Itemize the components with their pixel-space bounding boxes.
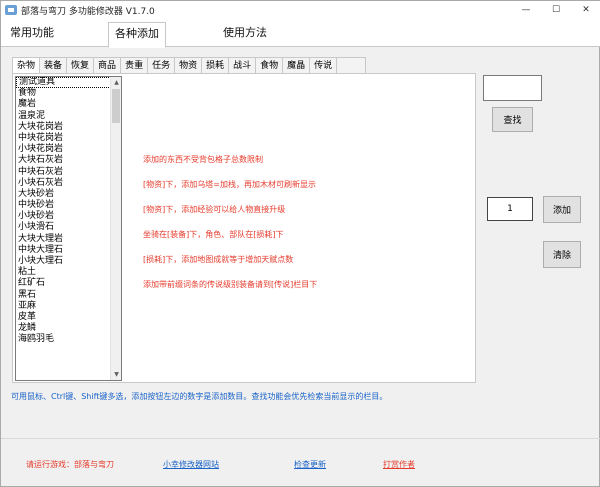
window-controls: — ☐ ✕ bbox=[511, 1, 600, 19]
modifier-site-link[interactable]: 小幸修改器网站 bbox=[163, 459, 219, 470]
donate-author-link[interactable]: 打赏作者 bbox=[383, 459, 415, 470]
list-item[interactable]: 粘土 bbox=[16, 267, 111, 278]
category-tab-filler bbox=[336, 57, 367, 74]
category-tab[interactable]: 食物 bbox=[255, 57, 284, 74]
list-item[interactable]: 大块石灰岩 bbox=[16, 155, 111, 166]
multi-select-hint: 可用鼠标、Ctrl键、Shift键多选，添加按钮左边的数字是添加数目。查找功能会… bbox=[11, 392, 388, 401]
game-run-prompt: 请运行游戏：部落与弯刀 bbox=[26, 460, 114, 469]
usage-note: 添加的东西不受背包格子总数限制 bbox=[143, 155, 263, 164]
list-item[interactable]: 测试道具 bbox=[16, 77, 111, 89]
usage-note: [物资]下，添加经验可以给人物直接升级 bbox=[143, 205, 286, 214]
category-tab-bar: 杂物 装备 恢复 商品 贵重 任务 物资 损耗 战斗 食物 魔晶 传说 bbox=[12, 57, 367, 75]
list-item[interactable]: 大块花岗岩 bbox=[16, 122, 111, 133]
check-update-link[interactable]: 检查更新 bbox=[294, 459, 326, 470]
item-listbox[interactable]: 测试道具 食物 魔岩 温泉泥 大块花岗岩 中块花岗岩 小块花岗岩 大块石灰岩 中块石灰岩 小块石灰… bbox=[15, 76, 122, 381]
list-item[interactable]: 小块花岗岩 bbox=[16, 144, 111, 155]
list-item[interactable]: 亚麻 bbox=[16, 301, 111, 312]
usage-note: 坐骑在[装备]下，角色、部队在[损耗]下 bbox=[143, 230, 284, 239]
list-item[interactable]: 温泉泥 bbox=[16, 111, 111, 122]
list-item[interactable]: 食物 bbox=[16, 88, 111, 99]
usage-note: [损耗]下，添加地图成就等于增加天赋点数 bbox=[143, 255, 294, 264]
minimize-button[interactable]: — bbox=[511, 1, 541, 19]
usage-notes: 添加的东西不受背包格子总数限制 [物资]下，添加乌塔=加栈，再加木材可刷新显示 [物… bbox=[143, 154, 317, 304]
app-window: 部落与弯刀 多功能修改器 V1.7.0 — ☐ ✕ 常用功能 各种添加 使用方法… bbox=[0, 0, 600, 487]
scroll-up-icon[interactable]: ▲ bbox=[111, 77, 121, 88]
list-item[interactable]: 小块滑石 bbox=[16, 222, 111, 233]
add-button[interactable]: 添加 bbox=[543, 196, 581, 223]
main-tab-bar: 常用功能 各种添加 使用方法 bbox=[1, 19, 600, 48]
add-items-panel: 测试道具 食物 魔岩 温泉泥 大块花岗岩 中块花岗岩 小块花岗岩 大块石灰岩 中块石灰岩 小块石灰… bbox=[12, 73, 476, 383]
tab-usage-guide[interactable]: 使用方法 bbox=[216, 22, 274, 47]
quantity-input[interactable]: 1 bbox=[487, 197, 533, 221]
list-item[interactable]: 魔岩 bbox=[16, 99, 111, 110]
category-tab[interactable]: 装备 bbox=[39, 57, 68, 74]
list-item[interactable]: 中块砂岩 bbox=[16, 200, 111, 211]
category-tab[interactable]: 损耗 bbox=[201, 57, 230, 74]
usage-note: [物资]下，添加乌塔=加栈，再加木材可刷新显示 bbox=[143, 180, 316, 189]
list-scrollbar[interactable]: ▲ ▼ bbox=[110, 77, 121, 380]
list-item[interactable]: 海鸥羽毛 bbox=[16, 334, 111, 345]
list-item[interactable]: 小块砂岩 bbox=[16, 211, 111, 222]
footer-divider bbox=[1, 438, 600, 439]
category-tab[interactable]: 贵重 bbox=[120, 57, 149, 74]
list-item[interactable]: 皮革 bbox=[16, 312, 111, 323]
category-tab[interactable]: 恢复 bbox=[66, 57, 95, 74]
tab-add-items[interactable]: 各种添加 bbox=[108, 22, 166, 48]
find-button[interactable]: 查找 bbox=[492, 107, 533, 132]
title-bar: 部落与弯刀 多功能修改器 V1.7.0 — ☐ ✕ bbox=[1, 1, 600, 19]
list-item[interactable]: 大块大理岩 bbox=[16, 234, 111, 245]
scroll-down-icon[interactable]: ▼ bbox=[111, 369, 121, 380]
list-item[interactable]: 中块石灰岩 bbox=[16, 167, 111, 178]
category-tab[interactable]: 传说 bbox=[309, 57, 338, 74]
list-item[interactable]: 黑石 bbox=[16, 290, 111, 301]
list-item[interactable]: 大块砂岩 bbox=[16, 189, 111, 200]
category-tab[interactable]: 物资 bbox=[174, 57, 203, 74]
category-tab[interactable]: 战斗 bbox=[228, 57, 257, 74]
category-tab[interactable]: 商品 bbox=[93, 57, 122, 74]
usage-note: 添加带前缀词条的传说级别装备请到[传说]栏目下 bbox=[143, 280, 318, 289]
category-tab[interactable]: 任务 bbox=[147, 57, 176, 74]
close-button[interactable]: ✕ bbox=[571, 1, 600, 19]
list-item[interactable]: 中块大理石 bbox=[16, 245, 111, 256]
maximize-button[interactable]: ☐ bbox=[541, 1, 571, 19]
tab-common-functions[interactable]: 常用功能 bbox=[3, 22, 61, 47]
list-item[interactable]: 小块大理石 bbox=[16, 256, 111, 267]
item-list: 测试道具 食物 魔岩 温泉泥 大块花岗岩 中块花岗岩 小块花岗岩 大块石灰岩 中块石灰岩 小块石灰… bbox=[16, 77, 111, 346]
list-item[interactable]: 龙鳞 bbox=[16, 323, 111, 334]
clear-button[interactable]: 清除 bbox=[543, 241, 581, 268]
list-item[interactable]: 小块石灰岩 bbox=[16, 178, 111, 189]
window-title: 部落与弯刀 多功能修改器 V1.7.0 bbox=[21, 6, 155, 17]
search-input[interactable] bbox=[483, 75, 542, 101]
scroll-thumb[interactable] bbox=[112, 89, 120, 123]
list-item[interactable]: 中块花岗岩 bbox=[16, 133, 111, 144]
app-icon bbox=[5, 4, 17, 16]
list-item[interactable]: 红矿石 bbox=[16, 278, 111, 289]
category-tab[interactable]: 魔晶 bbox=[282, 57, 311, 74]
